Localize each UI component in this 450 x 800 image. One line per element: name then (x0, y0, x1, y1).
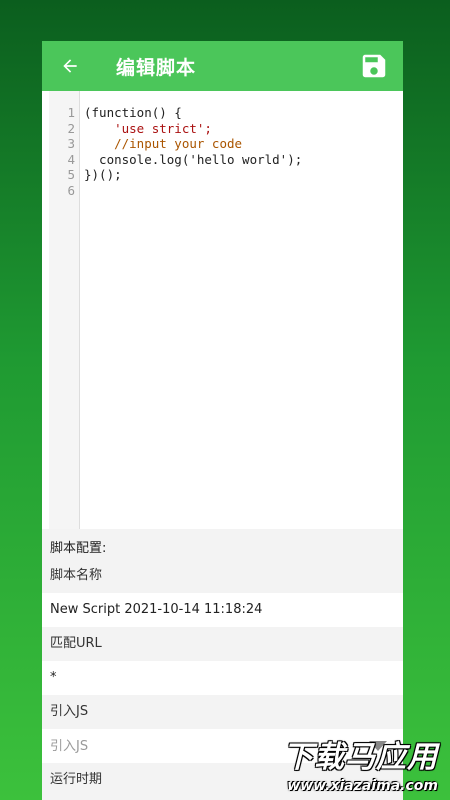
line-numbers: 1 2 3 4 5 6 (49, 105, 75, 198)
code-line: (function() { (84, 105, 182, 120)
match-url-label: 匹配URL (50, 636, 102, 651)
line-number: 1 (67, 105, 75, 120)
page-title: 编辑脚本 (116, 56, 197, 79)
code-line: 'use strict'; (84, 120, 212, 136)
script-name-field[interactable]: New Script 2021-10-14 11:18:24 (42, 593, 403, 627)
line-number: 3 (67, 136, 75, 151)
line-number: 6 (67, 182, 75, 198)
watermark-text: 下载马应用 (283, 740, 438, 775)
code-editor[interactable]: 1 2 3 4 5 6 (function() { 'use strict'; … (42, 91, 403, 530)
app-bar: 编辑脚本 (42, 41, 403, 91)
floppy-save-icon (362, 54, 386, 78)
save-button[interactable] (357, 49, 391, 83)
script-name-label: 脚本名称 (50, 568, 103, 583)
config-title: 脚本配置: (50, 541, 107, 556)
back-button[interactable] (42, 41, 98, 91)
include-js-label: 引入JS (50, 704, 89, 719)
code-line: //input your code (84, 136, 243, 151)
code-line: console.log('hello world'); (84, 151, 303, 167)
watermark-logo: 下载马应用 www.xiazaima.com (264, 732, 444, 794)
watermark-url: www.xiazaima.com (287, 778, 438, 794)
line-number: 2 (67, 120, 75, 136)
code-text[interactable]: (function() { 'use strict'; //input your… (84, 105, 399, 198)
app-screen: 编辑脚本 1 2 3 4 5 6 (function() { 'use stri… (42, 41, 403, 800)
code-line: })(); (84, 167, 122, 182)
match-url-field[interactable]: * (42, 661, 403, 695)
line-number: 4 (67, 151, 75, 167)
arrow-left-icon (63, 59, 77, 73)
line-number: 5 (67, 167, 75, 182)
